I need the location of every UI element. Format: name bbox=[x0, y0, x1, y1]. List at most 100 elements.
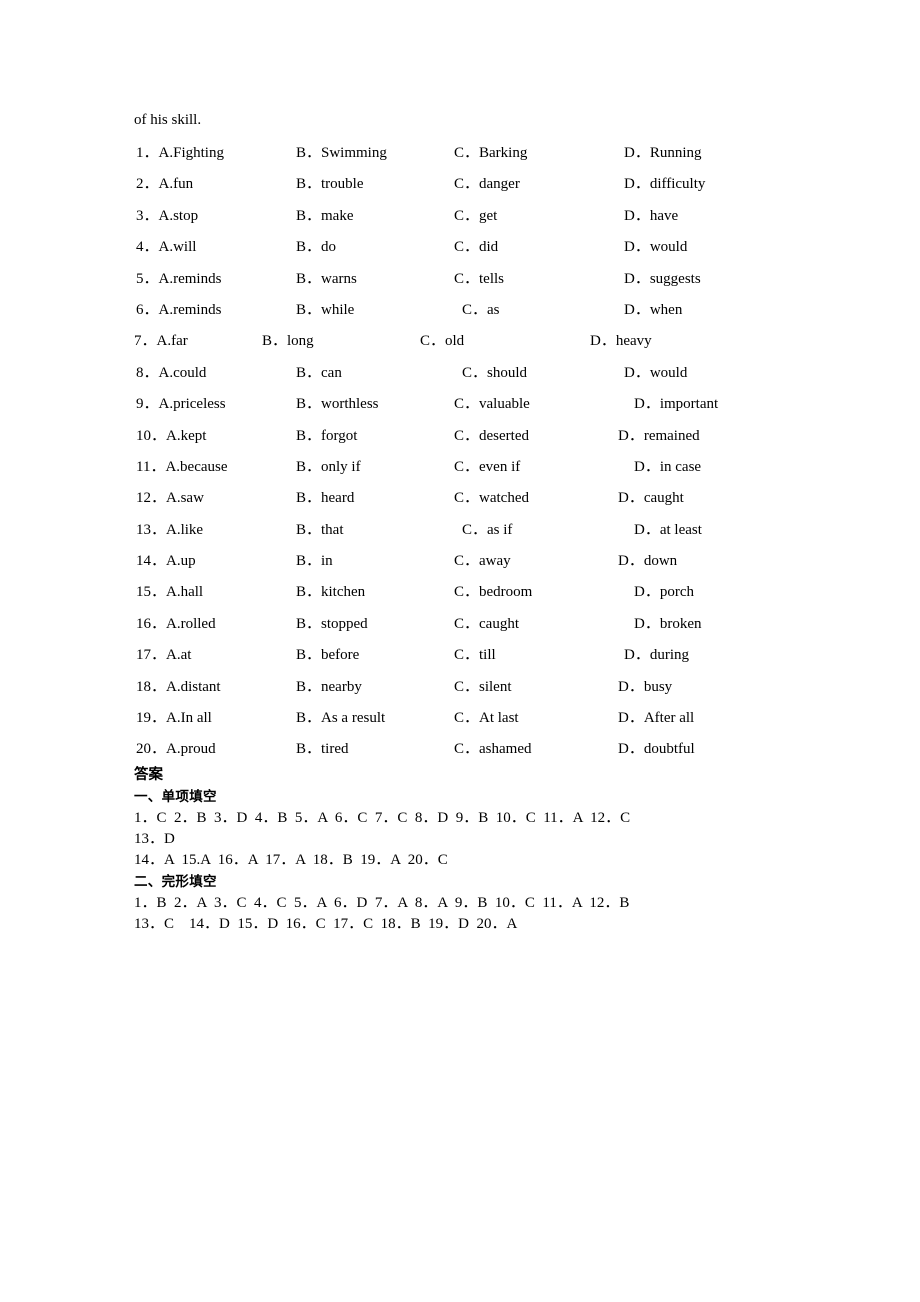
option-b: B．As a result bbox=[296, 710, 386, 727]
option-row: 3．A.stop B．make C．get D．have bbox=[0, 201, 920, 232]
answer-line: 1．B 2．A 3．C 4．C 5．A 6．D 7．A 8．A 9．B 10．C… bbox=[134, 895, 630, 911]
option-a-text: A.up bbox=[166, 553, 196, 570]
question-number: 3． bbox=[136, 207, 159, 224]
option-c: C．Barking bbox=[454, 145, 528, 161]
option-a: 18．A.distant bbox=[136, 672, 221, 703]
answer-section-heading: 一、单项填空 bbox=[134, 789, 217, 805]
option-a-text: A.could bbox=[158, 364, 207, 381]
option-d: D．broken bbox=[634, 615, 702, 632]
option-d: D．After all bbox=[618, 710, 695, 727]
option-row: 5．A.reminds B．warns C．tells D．suggests bbox=[0, 264, 920, 295]
option-d: D．heavy bbox=[590, 333, 652, 350]
option-a: 12．A.saw bbox=[136, 483, 204, 514]
cloze-options-list: 1．A.Fighting B．Swimming C．Barking D．Runn… bbox=[0, 138, 920, 766]
answer-key: 答案 一、单项填空 1．C 2．B 3．D 4．B 5．A 6．C 7．C 8．… bbox=[134, 765, 894, 935]
option-d: D．caught bbox=[618, 490, 684, 507]
option-a-text: A.stop bbox=[158, 207, 199, 224]
option-a-text: A.reminds bbox=[158, 301, 222, 318]
answer-line: 13．C 14．D 15．D 16．C 17．C 18．B 19．D 20．A bbox=[134, 916, 518, 932]
option-row: 6．A.reminds B．while C．as D．when bbox=[0, 295, 920, 326]
option-d: D．would bbox=[624, 364, 688, 381]
option-b: B．make bbox=[296, 207, 354, 224]
option-a: 6．A.reminds bbox=[136, 295, 221, 326]
option-c: C．away bbox=[454, 553, 511, 570]
option-row: 7．A.far B．long C．old D．heavy bbox=[0, 326, 920, 357]
option-a-text: A.reminds bbox=[158, 270, 222, 287]
option-a-text: A.Fighting bbox=[158, 145, 224, 161]
option-row: 19．A.In all B．As a result C．At last D．Af… bbox=[0, 703, 920, 734]
question-number: 16． bbox=[136, 615, 167, 632]
option-d: D．Running bbox=[624, 145, 702, 161]
option-c: C．should bbox=[462, 364, 528, 381]
option-c: C．did bbox=[454, 239, 499, 256]
option-a: 13．A.like bbox=[136, 515, 203, 546]
option-c: C．as bbox=[462, 301, 500, 318]
option-c: C．tells bbox=[454, 270, 505, 287]
option-c: C．till bbox=[454, 647, 496, 664]
option-a-text: A.because bbox=[165, 458, 228, 475]
option-a: 16．A.rolled bbox=[136, 609, 216, 640]
option-d: D．at least bbox=[634, 521, 702, 538]
question-number: 14． bbox=[136, 553, 167, 570]
option-a-text: A.proud bbox=[166, 741, 216, 758]
option-b: B．in bbox=[296, 553, 333, 570]
option-row: 10．A.kept B．forgot C．deserted D．remained bbox=[0, 421, 920, 452]
question-number: 17． bbox=[136, 647, 167, 664]
option-a: 7．A.far bbox=[134, 326, 188, 357]
carry-over-text: of his skill. bbox=[134, 112, 202, 128]
option-row: 2．A.fun B．trouble C．danger D．difficulty bbox=[0, 169, 920, 200]
option-b: B．kitchen bbox=[296, 584, 366, 601]
option-d: D．remained bbox=[618, 427, 700, 444]
option-b: B．only if bbox=[296, 458, 361, 475]
option-b: B．stopped bbox=[296, 615, 368, 632]
option-c: C．ashamed bbox=[454, 741, 532, 758]
option-a-text: A.priceless bbox=[158, 396, 226, 413]
question-number: 18． bbox=[136, 678, 167, 695]
option-c: C．silent bbox=[454, 678, 512, 695]
option-b: B．nearby bbox=[296, 678, 362, 695]
option-d: D．suggests bbox=[624, 270, 701, 287]
option-d: D．important bbox=[634, 396, 719, 413]
option-b: B．worthless bbox=[296, 396, 379, 413]
option-row: 17．A.at B．before C．till D．during bbox=[0, 640, 920, 671]
option-b: B．do bbox=[296, 239, 337, 256]
question-number: 20． bbox=[136, 741, 167, 758]
document-page: of his skill. 1．A.Fighting B．Swimming C．… bbox=[0, 0, 920, 1302]
option-b: B．can bbox=[296, 364, 342, 381]
option-a: 4．A.will bbox=[136, 232, 196, 263]
option-a: 15．A.hall bbox=[136, 577, 203, 608]
question-number: 6． bbox=[136, 301, 159, 318]
option-c: C．even if bbox=[454, 458, 521, 475]
option-d: D．doubtful bbox=[618, 741, 695, 758]
option-a: 14．A.up bbox=[136, 546, 196, 577]
option-row: 18．A.distant B．nearby C．silent D．busy bbox=[0, 672, 920, 703]
option-row: 4．A.will B．do C．did D．would bbox=[0, 232, 920, 263]
option-a-text: A.at bbox=[166, 647, 192, 664]
option-row: 20．A.proud B．tired C．ashamed D．doubtful bbox=[0, 734, 920, 765]
answer-line: 1．C 2．B 3．D 4．B 5．A 6．C 7．C 8．D 9．B 10．C… bbox=[134, 810, 631, 826]
option-a-text: A.like bbox=[166, 521, 204, 538]
option-a-text: A.fun bbox=[158, 176, 194, 193]
option-c: C．as if bbox=[462, 521, 513, 538]
option-d: D．when bbox=[624, 301, 683, 318]
question-number: 9． bbox=[136, 396, 159, 413]
option-row: 16．A.rolled B．stopped C．caught D．broken bbox=[0, 609, 920, 640]
option-a: 10．A.kept bbox=[136, 421, 206, 452]
answer-section: 二、完形填空 1．B 2．A 3．C 4．C 5．A 6．D 7．A 8．A 9… bbox=[134, 872, 894, 935]
option-c: C．old bbox=[420, 333, 465, 350]
option-d: D．in case bbox=[634, 458, 702, 475]
option-row: 9．A.priceless B．worthless C．valuable D．i… bbox=[0, 389, 920, 420]
option-a: 11．A.because bbox=[136, 452, 228, 483]
option-c: C．bedroom bbox=[454, 584, 533, 601]
question-number: 13． bbox=[136, 521, 167, 538]
question-number: 5． bbox=[136, 270, 159, 287]
option-row: 1．A.Fighting B．Swimming C．Barking D．Runn… bbox=[0, 138, 920, 169]
question-number: 1． bbox=[136, 145, 159, 161]
option-c: C．valuable bbox=[454, 396, 530, 413]
question-number: 2． bbox=[136, 176, 159, 193]
question-number: 11． bbox=[136, 458, 166, 475]
option-d: D．have bbox=[624, 207, 679, 224]
option-d: D．would bbox=[624, 239, 688, 256]
option-row: 15．A.hall B．kitchen C．bedroom D．porch bbox=[0, 577, 920, 608]
option-a: 5．A.reminds bbox=[136, 264, 221, 295]
